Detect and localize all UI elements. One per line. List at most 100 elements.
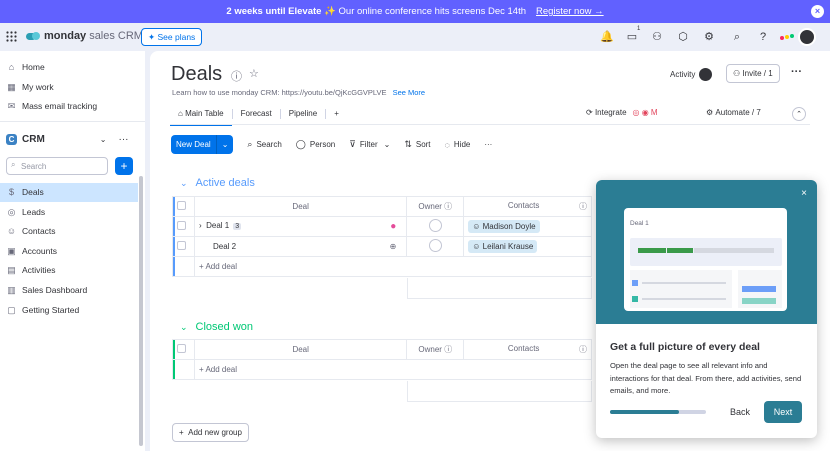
contacts-cell[interactable]: ☺ Madison Doyle bbox=[463, 216, 592, 237]
sidebar-item-mass-email[interactable]: ✉ Mass email tracking bbox=[6, 97, 97, 115]
automate-button[interactable]: ⚙ Automate / 7 bbox=[706, 108, 761, 117]
star-icon[interactable]: ☆ bbox=[249, 67, 259, 80]
person-filter-button[interactable]: ◯ Person bbox=[296, 139, 335, 150]
invite-button[interactable]: ⚇ Invite / 1 bbox=[726, 64, 780, 83]
add-update-icon[interactable]: ⊕ bbox=[390, 242, 397, 251]
see-more-link[interactable]: See More bbox=[393, 88, 426, 97]
add-item-row[interactable]: + Add deal bbox=[172, 256, 593, 277]
group-title-closed-won[interactable]: ⌄ Closed won bbox=[180, 321, 253, 333]
sidebar: ⌂ Home ▦ My work ✉ Mass email tracking C CR… bbox=[0, 51, 145, 451]
group-title-active-deals[interactable]: ⌄ Active deals bbox=[180, 177, 255, 189]
sidebar-item-contacts[interactable]: ☺ Contacts bbox=[6, 222, 56, 240]
settings-icon[interactable]: ⚙ bbox=[703, 31, 715, 43]
preview-line bbox=[642, 298, 726, 300]
column-header-owner[interactable]: Owner ⓘ bbox=[406, 196, 465, 217]
bell-icon[interactable]: 🔔 bbox=[600, 31, 614, 43]
column-header-owner[interactable]: Owner ⓘ bbox=[406, 339, 465, 360]
column-header-deal[interactable]: Deal bbox=[193, 196, 408, 217]
workspace-selector[interactable]: C CRM ⌄ ··· bbox=[6, 134, 128, 145]
hide-button[interactable]: ◌ Hide bbox=[445, 140, 471, 150]
add-deal-input[interactable]: + Add deal bbox=[193, 256, 593, 277]
preview-feed-block bbox=[630, 270, 732, 308]
search-icon[interactable]: ⌕ bbox=[731, 31, 743, 43]
sort-button[interactable]: ⇅ Sort bbox=[404, 139, 430, 150]
deal-cell[interactable]: Deal 2 ⊕ bbox=[193, 236, 408, 257]
plus-icon: + bbox=[179, 428, 189, 437]
column-header-deal[interactable]: Deal bbox=[193, 339, 408, 360]
close-popup-icon[interactable]: × bbox=[801, 188, 807, 199]
sidebar-item-activities[interactable]: ▤ Activities bbox=[6, 261, 55, 279]
info-icon[interactable]: ⓘ bbox=[231, 68, 242, 84]
contacts-cell[interactable]: ☺ Leilani Krause bbox=[463, 236, 592, 257]
deal-cell[interactable]: › Deal 1 3 ● bbox=[193, 216, 408, 237]
chevron-down-icon[interactable]: ⌄ bbox=[100, 135, 107, 144]
contact-pill[interactable]: ☺ Leilani Krause bbox=[468, 240, 538, 253]
sidebar-item-label: Sales Dashboard bbox=[22, 285, 88, 295]
next-button[interactable]: Next bbox=[764, 401, 802, 423]
sidebar-item-accounts[interactable]: ▣ Accounts bbox=[6, 242, 57, 260]
table-row[interactable]: Deal 2 ⊕ ☺ Leilani Krause bbox=[172, 236, 592, 257]
info-icon: ⓘ bbox=[579, 202, 587, 211]
apps-icon[interactable]: ⬡ bbox=[677, 31, 689, 43]
sidebar-item-getting-started[interactable]: ▢ Getting Started bbox=[6, 301, 79, 319]
workspace-name: CRM bbox=[22, 134, 45, 145]
app-logo[interactable]: monday sales CRM bbox=[26, 30, 143, 42]
sidebar-scrollbar[interactable] bbox=[139, 176, 143, 446]
back-button[interactable]: Back bbox=[730, 407, 750, 417]
user-avatar[interactable] bbox=[798, 28, 816, 46]
sidebar-item-label: Getting Started bbox=[22, 305, 80, 315]
sidebar-item-home[interactable]: ⌂ Home bbox=[6, 58, 45, 76]
invite-members-icon[interactable]: ⚇ bbox=[651, 31, 663, 43]
banner-bold-text: 2 weeks until Elevate bbox=[226, 6, 322, 17]
activity-button[interactable]: Activity bbox=[670, 68, 713, 81]
email-icon: ✉ bbox=[7, 100, 16, 111]
activities-icon: ▤ bbox=[7, 264, 16, 275]
sidebar-search-input[interactable]: ⌕ Search bbox=[6, 157, 108, 175]
owner-cell[interactable] bbox=[406, 216, 465, 237]
close-banner-icon[interactable]: × bbox=[811, 5, 824, 18]
more-options-icon[interactable]: ··· bbox=[118, 134, 128, 145]
table-row[interactable]: › Deal 1 3 ● ☺ Madison Doyle bbox=[172, 216, 592, 237]
filter-button[interactable]: ⊽ Filter ⌄ bbox=[349, 139, 390, 150]
select-all-checkbox[interactable] bbox=[172, 196, 195, 217]
chevron-down-icon[interactable]: ⌄ bbox=[222, 140, 229, 149]
row-checkbox[interactable] bbox=[172, 236, 195, 257]
new-deal-button[interactable]: New Deal ⌄ bbox=[171, 135, 234, 154]
person-icon: ◯ bbox=[295, 139, 306, 149]
chevron-down-icon[interactable]: ⌄ bbox=[384, 140, 391, 149]
sidebar-item-leads[interactable]: ◎ Leads bbox=[6, 203, 46, 221]
apps-grid-icon[interactable] bbox=[6, 31, 17, 42]
contact-pill[interactable]: ☺ Madison Doyle bbox=[468, 220, 540, 233]
owner-cell[interactable] bbox=[406, 236, 465, 257]
more-tools-icon[interactable]: ··· bbox=[484, 140, 492, 149]
sidebar-item-my-work[interactable]: ▦ My work bbox=[6, 78, 53, 96]
popup-heading: Get a full picture of every deal bbox=[610, 341, 760, 353]
column-header-contacts[interactable]: Contacts ⓘ bbox=[463, 339, 592, 360]
progress-fill bbox=[610, 410, 680, 414]
add-deal-input[interactable]: + Add deal bbox=[193, 359, 593, 380]
board-menu-icon[interactable]: ··· bbox=[791, 66, 802, 78]
integrate-button[interactable]: ⟳ Integrate ◎ ◉ M bbox=[586, 108, 658, 117]
add-board-button[interactable]: + bbox=[115, 157, 133, 175]
leads-icon: ◎ bbox=[7, 206, 16, 217]
see-plans-button[interactable]: ✦ See plans bbox=[141, 28, 203, 46]
help-icon[interactable]: ? bbox=[757, 31, 769, 43]
integrate-icon: ⟳ bbox=[586, 108, 595, 117]
search-button[interactable]: ⌕ Search bbox=[247, 139, 281, 150]
column-header-contacts[interactable]: Contacts ⓘ bbox=[463, 196, 592, 217]
add-new-group-button[interactable]: + Add new group bbox=[172, 423, 249, 442]
collapse-header-icon[interactable]: ⌃ bbox=[792, 107, 806, 121]
sidebar-item-deals[interactable]: $ Deals bbox=[6, 183, 44, 201]
chevron-down-icon[interactable]: ⌄ bbox=[180, 322, 188, 333]
register-link[interactable]: Register now → bbox=[536, 6, 604, 17]
inbox-icon[interactable]: ▭ bbox=[626, 31, 638, 43]
conversation-icon[interactable]: ● bbox=[390, 221, 396, 232]
subitems-count[interactable]: 3 bbox=[233, 223, 242, 230]
row-checkbox[interactable] bbox=[172, 216, 195, 237]
contact-icon: ☺ bbox=[472, 222, 483, 231]
sparkle-icon: ✦ bbox=[148, 31, 158, 42]
chevron-down-icon[interactable]: ⌄ bbox=[180, 178, 188, 189]
add-item-row[interactable]: + Add deal bbox=[172, 359, 593, 380]
select-all-checkbox[interactable] bbox=[172, 339, 195, 360]
sidebar-item-sales-dashboard[interactable]: ▥ Sales Dashboard bbox=[6, 281, 87, 299]
